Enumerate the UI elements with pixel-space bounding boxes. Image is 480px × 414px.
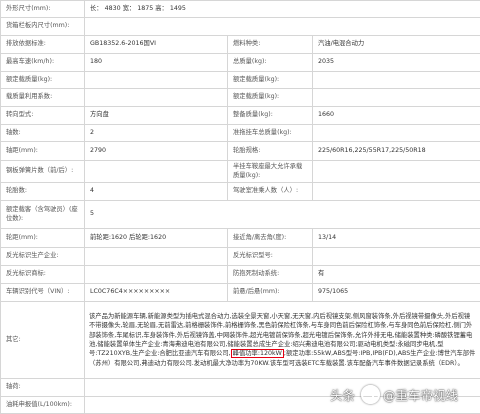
- row-value: 1660: [313, 107, 480, 125]
- row-value: [85, 18, 480, 36]
- row-value: [313, 161, 480, 183]
- row-value: 13/14: [313, 229, 480, 248]
- row-label: 前悬/后悬(mm):: [228, 284, 313, 302]
- row-label: 准拖挂车总质量(kg):: [228, 125, 313, 142]
- row-value: 长： 4830 宽： 1875 高： 1495: [85, 1, 480, 18]
- vehicle-spec-table: 外形尺寸(mm): 长： 4830 宽： 1875 高： 1495 货箱栏板内尺…: [0, 0, 480, 414]
- row-value: [85, 89, 228, 107]
- table-row: 轮距(mm): 前轮距:1620 后轮距:1620 接近角/离去角(度): 13…: [1, 229, 480, 248]
- row-value: 975/1065: [313, 284, 480, 302]
- watermark-author: @重车帝视线: [383, 385, 458, 404]
- row-value: [85, 72, 228, 89]
- row-label: 反光标识型号:: [228, 248, 313, 266]
- row-label: 其它:: [1, 302, 85, 379]
- table-row: 货箱栏板内尺寸(mm):: [1, 18, 480, 36]
- peak-power-highlight: 峰值功率:120kW: [231, 349, 284, 358]
- row-label: 货箱栏板内尺寸(mm):: [1, 18, 85, 36]
- row-label: 油耗申报值(L/100km):: [1, 397, 85, 414]
- row-label: 燃料种类:: [228, 36, 313, 54]
- row-label: 轮胎数:: [1, 183, 85, 201]
- table-row: 反光标识生产企业: 反光标识型号:: [1, 248, 480, 266]
- table-row: 转向型式: 方向盘 整备质量(kg): 1660: [1, 107, 480, 125]
- table-row: 轮胎数: 4 驾驶室准乘人数（人）:: [1, 183, 480, 201]
- table-row: 额定载质量(kg): 额定载质量(kg):: [1, 72, 480, 89]
- row-value: [313, 248, 480, 266]
- row-value: 225/60R16,225/55R17,225/50R18: [313, 142, 480, 161]
- row-value: 汽油/电混合动力: [313, 36, 480, 54]
- row-value: [313, 72, 480, 89]
- row-label: 轴荷:: [1, 379, 85, 397]
- row-label: 排放依据标准:: [1, 36, 85, 54]
- row-value: 有: [313, 266, 480, 284]
- row-label: 额定载质量(kg):: [228, 72, 313, 89]
- row-label: 轮距(mm):: [1, 229, 85, 248]
- spec-table-body: 外形尺寸(mm): 长： 4830 宽： 1875 高： 1495 货箱栏板内尺…: [1, 1, 480, 414]
- row-value: GB18352.6-2016国VI: [85, 36, 228, 54]
- row-label: 钢板弹簧片数（前/后）:: [1, 161, 85, 183]
- row-value: [85, 248, 228, 266]
- row-value: 4: [85, 183, 228, 201]
- row-label: 轴数:: [1, 125, 85, 142]
- row-value: [85, 161, 228, 183]
- table-row: 外形尺寸(mm): 长： 4830 宽： 1875 高： 1495: [1, 1, 480, 18]
- row-label: 总质量(kg):: [228, 54, 313, 72]
- row-label: 额定载质量(kg):: [228, 89, 313, 107]
- row-label: 轮胎规格:: [228, 142, 313, 161]
- table-row: 载质量利用系数: 额定载质量(kg):: [1, 89, 480, 107]
- row-label: 轴距(mm):: [1, 142, 85, 161]
- row-label: 最高车速(km/h):: [1, 54, 85, 72]
- row-label: 半挂车鞍座最大允许承载质量(kg):: [228, 161, 313, 183]
- author-watermark: 头条 @重车帝视线: [330, 383, 458, 405]
- row-label: 载质量利用系数:: [1, 89, 85, 107]
- row-label: 额定载客（含驾驶员）(座位数):: [1, 201, 85, 229]
- row-value: 2035: [313, 54, 480, 72]
- table-row: 轴距(mm): 2790 轮胎规格: 225/60R16,225/55R17,2…: [1, 142, 480, 161]
- row-value: 2: [85, 125, 228, 142]
- row-label: 防抱死制动系统:: [228, 266, 313, 284]
- row-label: 转向型式:: [1, 107, 85, 125]
- row-value: 2790: [85, 142, 228, 161]
- table-row: 钢板弹簧片数（前/后）: 半挂车鞍座最大允许承载质量(kg):: [1, 161, 480, 183]
- row-label: 反光标识商标:: [1, 266, 85, 284]
- table-row: 最高车速(km/h): 180 总质量(kg): 2035: [1, 54, 480, 72]
- row-value: LC0C76C4×××××××××: [85, 284, 228, 302]
- row-label: 车辆识别代号（VIN）:: [1, 284, 85, 302]
- row-label: 额定载质量(kg):: [1, 72, 85, 89]
- row-value: 180: [85, 54, 228, 72]
- row-value: [85, 266, 228, 284]
- table-row: 轴数: 2 准拖挂车总质量(kg):: [1, 125, 480, 142]
- table-row: 排放依据标准: GB18352.6-2016国VI 燃料种类: 汽油/电混合动力: [1, 36, 480, 54]
- row-value: [313, 183, 480, 201]
- row-value: 前轮距:1620 后轮距:1620: [85, 229, 228, 248]
- row-value: 方向盘: [85, 107, 228, 125]
- table-row-other: 其它: 该产品为新能源车辆,新能源类型为插电式混合动力,选装全景天窗,小天窗,无…: [1, 302, 480, 379]
- row-label: 驾驶室准乘人数（人）:: [228, 183, 313, 201]
- row-value: 5: [85, 201, 480, 229]
- row-label: 反光标识生产企业:: [1, 248, 85, 266]
- table-row: 额定载客（含驾驶员）(座位数): 5: [1, 201, 480, 229]
- row-value: [313, 125, 480, 142]
- other-notes: 该产品为新能源车辆,新能源类型为插电式混合动力,选装全景天窗,小天窗,无天窗,内…: [85, 302, 480, 379]
- row-label: 接近角/离去角(度):: [228, 229, 313, 248]
- row-label: 外形尺寸(mm):: [1, 1, 85, 18]
- table-row: 车辆识别代号（VIN）: LC0C76C4××××××××× 前悬/后悬(mm)…: [1, 284, 480, 302]
- row-value: [313, 89, 480, 107]
- row-label: 整备质量(kg):: [228, 107, 313, 125]
- table-row: 反光标识商标: 防抱死制动系统: 有: [1, 266, 480, 284]
- watermark-logo-icon: [361, 385, 380, 404]
- watermark-prefix: 头条: [330, 385, 355, 404]
